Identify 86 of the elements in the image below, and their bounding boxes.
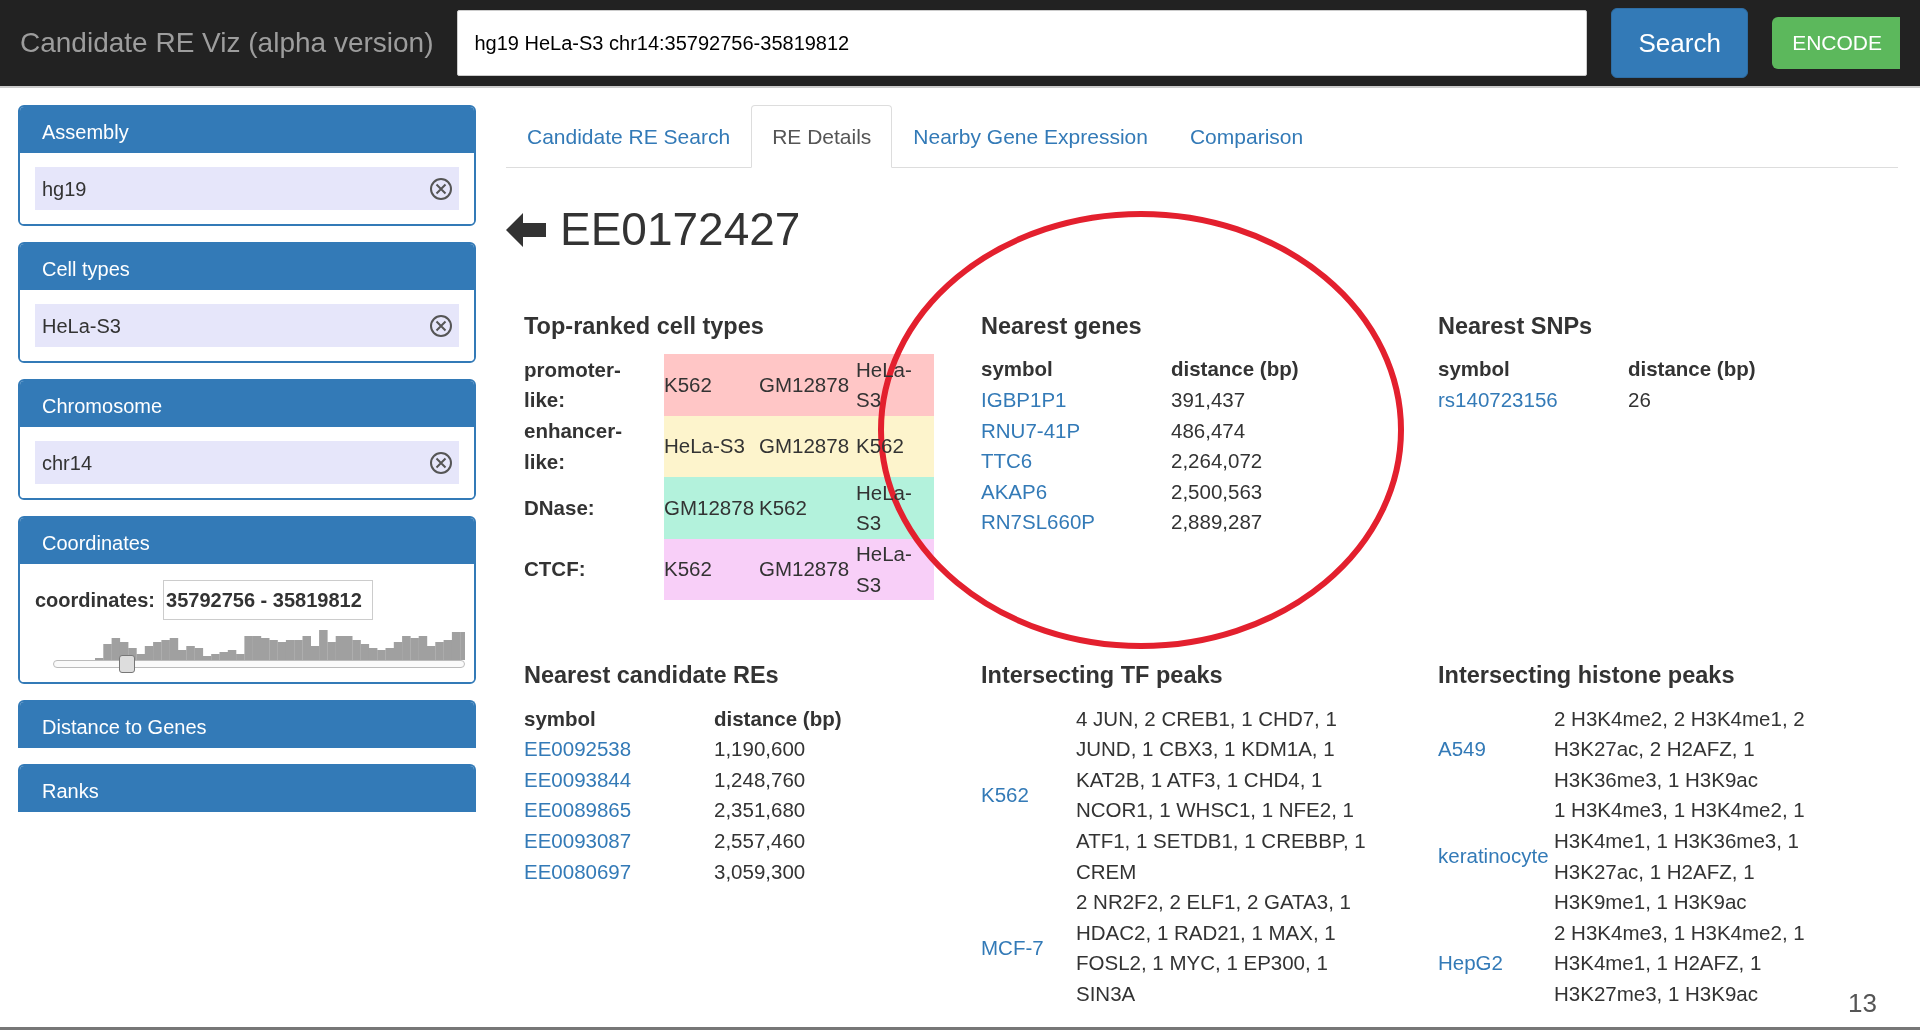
filter-chip[interactable]: chr14 bbox=[35, 441, 459, 484]
cell-type-link[interactable]: MCF-7 bbox=[981, 933, 1044, 964]
clear-icon[interactable] bbox=[429, 313, 453, 338]
column-header: symbol bbox=[1438, 356, 1511, 383]
distance-value: 2,264,072 bbox=[1171, 449, 1263, 473]
distance-value: 2,557,460 bbox=[714, 829, 806, 853]
filter-chip[interactable]: HeLa-S3 bbox=[35, 304, 459, 347]
cell-type-cell: GM12878 bbox=[759, 538, 856, 601]
panel-header[interactable]: Ranks bbox=[20, 766, 474, 812]
gene-link[interactable]: AKAP6 bbox=[981, 476, 1171, 508]
panel-header[interactable]: Coordinates bbox=[20, 518, 474, 564]
distance-value: 391,437 bbox=[1171, 388, 1246, 412]
coordinates-label: coordinates: bbox=[35, 588, 156, 613]
search-field[interactable]: hg19 HeLa-S3 chr14:35792756-35819812 bbox=[457, 10, 1588, 76]
slider-handle[interactable] bbox=[119, 655, 136, 673]
tab[interactable]: Nearby Gene Expression bbox=[892, 105, 1169, 168]
cell-type-link[interactable]: A549 bbox=[1438, 734, 1486, 765]
distance-value: 2,500,563 bbox=[1171, 479, 1263, 503]
column-header: distance (bp) bbox=[1171, 357, 1299, 381]
back-arrow-icon[interactable] bbox=[506, 212, 546, 247]
distance-value: 2,351,680 bbox=[714, 798, 806, 822]
panel-header[interactable]: Distance to Genes bbox=[20, 702, 474, 748]
tab[interactable]: RE Details bbox=[751, 105, 893, 168]
panel-header[interactable]: Assembly bbox=[20, 107, 474, 153]
distance-value: 486,474 bbox=[1171, 418, 1246, 442]
column-header: distance (bp) bbox=[714, 706, 842, 730]
distance-value: 2,889,287 bbox=[1171, 510, 1263, 534]
row-label: DNase: bbox=[524, 477, 664, 539]
cell-type-cell: HeLa-S3 bbox=[664, 415, 759, 478]
chip-label: chr14 bbox=[42, 450, 93, 476]
candidate-re-link[interactable]: EE0092538 bbox=[524, 734, 714, 765]
section-title: Top-ranked cell types bbox=[524, 312, 765, 342]
candidate-re-link[interactable]: EE0080697 bbox=[524, 856, 714, 888]
cell-type-cell: GM12878 bbox=[759, 415, 856, 478]
panel-header[interactable]: Cell types bbox=[20, 244, 474, 290]
page-number: 13 bbox=[1848, 987, 1877, 1020]
app-title: Candidate RE Viz (alpha version) bbox=[20, 26, 434, 60]
peaks-text: 2 H3K4me2, 2 H3K4me1, 2 H3K27ac, 2 H2AFZ, 1 H3K36me3, 1 H3K9ac bbox=[1554, 705, 1806, 793]
chip-label: hg19 bbox=[42, 176, 87, 202]
gene-link[interactable]: RN7SL660P bbox=[981, 507, 1171, 538]
section-title: Nearest candidate REs bbox=[524, 661, 780, 691]
distance-value: 3,059,300 bbox=[714, 859, 806, 883]
column-header: symbol bbox=[981, 356, 1054, 383]
tab[interactable]: Comparison bbox=[1168, 105, 1325, 168]
search-button[interactable]: Search bbox=[1611, 8, 1749, 78]
cell-type-cell: GM12878 bbox=[759, 354, 856, 416]
gene-link[interactable]: IGBP1P1 bbox=[981, 385, 1171, 416]
cell-type-cell: K562 bbox=[759, 477, 856, 539]
peaks-text: 4 JUN, 2 CREB1, 1 CHD7, 1 JUND, 1 CBX3, 1 KDM1A, 1 KAT2B, 1 ATF3, 1 CHD4, 1 NCOR1, 1 WHSC1, 1 NFE2, 1 ATF1, 1 SETDB1, 1 CREBBP, 1 CREM bbox=[1076, 705, 1367, 885]
peaks-text: 2 NR2F2, 2 ELF1, 2 GATA3, 1 HDAC2, 1 RAD21, 1 MAX, 1 FOSL2, 1 MYC, 1 EP300, 1 SIN3A bbox=[1076, 889, 1352, 1008]
coordinates-field[interactable]: 35792756 - 35819812 bbox=[163, 580, 374, 620]
peaks-text: 2 H3K4me3, 1 H3K4me2, 1 H3K4me1, 1 H2AFZ, 1 H3K27me3, 1 H3K9ac bbox=[1554, 919, 1806, 1008]
column-header: distance (bp) bbox=[1628, 357, 1756, 381]
cell-type-cell: HeLa-S3 bbox=[856, 538, 934, 601]
distance-value: 1,190,600 bbox=[714, 737, 806, 761]
candidate-re-link[interactable]: EE0093087 bbox=[524, 826, 714, 857]
cell-type-cell: K562 bbox=[664, 538, 759, 601]
gene-link[interactable]: RNU7-41P bbox=[981, 415, 1171, 447]
row-label: CTCF: bbox=[524, 538, 664, 601]
section-title: Nearest genes bbox=[981, 312, 1143, 342]
section-title: Intersecting TF peaks bbox=[981, 661, 1224, 691]
clear-icon[interactable] bbox=[429, 176, 453, 201]
row-label: promoter-like: bbox=[524, 354, 664, 416]
clear-icon[interactable] bbox=[429, 450, 453, 475]
panel-header[interactable]: Chromosome bbox=[20, 381, 474, 427]
filter-chip[interactable]: hg19 bbox=[35, 167, 459, 210]
gene-link[interactable]: TTC6 bbox=[981, 446, 1171, 477]
cell-type-cell: K562 bbox=[664, 354, 759, 416]
cell-type-cell: GM12878 bbox=[664, 477, 759, 539]
distance-value: 1,248,760 bbox=[714, 767, 806, 791]
cell-type-link[interactable]: HepG2 bbox=[1438, 948, 1503, 980]
encode-button[interactable]: ENCODE bbox=[1772, 17, 1900, 69]
tab[interactable]: Candidate RE Search bbox=[506, 105, 752, 168]
record-title: EE0172427 bbox=[560, 202, 801, 257]
candidate-re-link[interactable]: EE0093844 bbox=[524, 764, 714, 796]
peaks-text: 1 H3K4me3, 1 H3K4me2, 1 H3K4me1, 1 H3K36me3, 1 H3K27ac, 1 H2AFZ, 1 H3K9me1, 1 H3K9ac bbox=[1554, 797, 1806, 916]
section-title: Nearest SNPs bbox=[1438, 312, 1594, 342]
row-label: enhancer-like: bbox=[524, 415, 664, 478]
cell-type-link[interactable]: keratinocyte bbox=[1438, 841, 1549, 872]
candidate-re-link[interactable]: EE0089865 bbox=[524, 795, 714, 827]
snp-link[interactable]: rs140723156 bbox=[1438, 385, 1628, 416]
cell-type-link[interactable]: K562 bbox=[981, 780, 1029, 811]
chip-label: HeLa-S3 bbox=[42, 313, 121, 339]
section-title: Intersecting histone peaks bbox=[1438, 661, 1736, 691]
distance-value: 26 bbox=[1628, 388, 1651, 412]
column-header: symbol bbox=[524, 705, 597, 732]
